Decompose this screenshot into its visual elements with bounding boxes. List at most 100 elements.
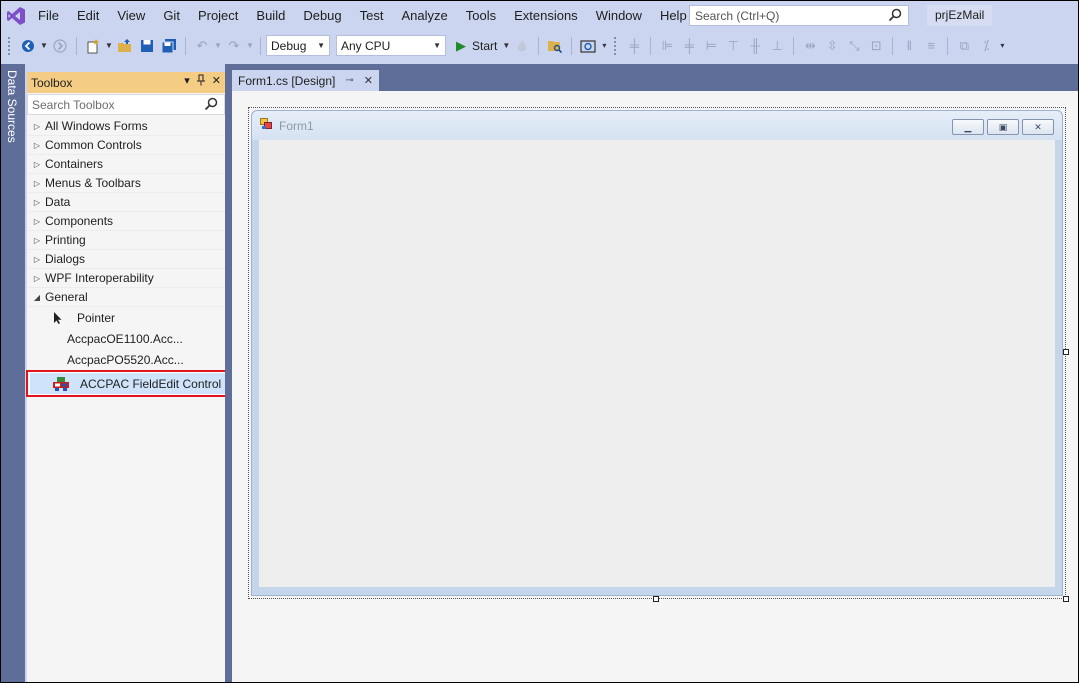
toolbox-category[interactable]: ▷ Dialogs	[27, 250, 225, 269]
panel-splitter[interactable]	[225, 64, 232, 682]
align-middles-icon[interactable]: ╫	[744, 35, 766, 57]
tab-order-icon[interactable]: ⁒	[975, 35, 997, 57]
menu-project[interactable]: Project	[189, 1, 247, 30]
solution-configuration-select[interactable]: Debug ▼	[266, 35, 330, 56]
expand-arrow-icon: ▷	[33, 159, 41, 169]
pin-tab-icon[interactable]: ⊸	[345, 75, 353, 86]
menu-window[interactable]: Window	[587, 1, 651, 30]
screenshot-icon[interactable]	[577, 35, 599, 57]
vertical-spacing-icon[interactable]: ≡	[920, 35, 942, 57]
make-same-height-icon[interactable]: ⇳	[821, 35, 843, 57]
toolbox-category[interactable]: ▷ Components	[27, 212, 225, 231]
toolbox-item-accpac-fieldedit-control[interactable]: ACCPAC FieldEdit Control	[26, 370, 229, 397]
tab-form1-design[interactable]: Form1.cs [Design] ⊸ ✕	[232, 70, 379, 91]
redo-dropdown-icon[interactable]: ▼	[245, 41, 255, 50]
toolbar-grip[interactable]	[7, 35, 11, 56]
form1-window[interactable]: Form1 ▁ ▣ ✕	[251, 110, 1063, 596]
menu-git[interactable]: Git	[154, 1, 189, 30]
menu-build[interactable]: Build	[247, 1, 294, 30]
collapse-arrow-icon: ◢	[33, 292, 41, 302]
menu-edit[interactable]: Edit	[68, 1, 108, 30]
document-tab-strip: Form1.cs [Design] ⊸ ✕	[232, 64, 1078, 91]
align-to-grid-icon[interactable]: ╪	[623, 35, 645, 57]
align-bottoms-icon[interactable]: ⊥	[766, 35, 788, 57]
overflow-chevron-icon[interactable]: ▾	[997, 41, 1007, 50]
toolbox-item-accpacoe1100[interactable]: AccpacOE1100.Acc...	[27, 328, 225, 349]
menu-tools[interactable]: Tools	[457, 1, 505, 30]
menu-test[interactable]: Test	[351, 1, 393, 30]
align-lefts-icon[interactable]: ⊫	[656, 35, 678, 57]
save-all-icon[interactable]	[158, 35, 180, 57]
overflow-chevron-icon[interactable]: ▾	[599, 41, 609, 50]
pin-icon[interactable]	[196, 74, 206, 89]
tool-label: AccpacOE1100.Acc...	[67, 331, 183, 346]
back-dropdown-icon[interactable]: ▼	[39, 41, 49, 50]
toolbar-separator	[260, 36, 261, 55]
horizontal-spacing-icon[interactable]: ‖	[898, 35, 920, 57]
toolbox-category[interactable]: ▷ Containers	[27, 155, 225, 174]
start-dropdown-icon[interactable]: ▼	[501, 41, 511, 50]
make-same-size-icon[interactable]: ⤡	[843, 35, 865, 57]
find-in-files-icon[interactable]	[544, 35, 566, 57]
chevron-down-icon: ▼	[317, 41, 325, 50]
new-dropdown-icon[interactable]: ▼	[104, 41, 114, 50]
close-icon[interactable]: ✕	[212, 74, 221, 89]
search-icon	[888, 8, 902, 25]
toolbar-separator	[538, 36, 540, 55]
category-label: Menus & Toolbars	[45, 176, 141, 190]
navigate-forward-icon[interactable]	[49, 35, 71, 57]
toolbox-tree: ▷ All Windows Forms ▷ Common Controls ▷ Con…	[26, 117, 229, 397]
size-to-grid-icon[interactable]: ⊡	[865, 35, 887, 57]
redo-icon[interactable]: ↷	[223, 35, 245, 57]
resize-handle-bottom[interactable]	[653, 596, 659, 602]
menu-debug[interactable]: Debug	[294, 1, 350, 30]
make-same-width-icon[interactable]: ⇹	[799, 35, 821, 57]
solution-platform-select[interactable]: Any CPU ▼	[336, 35, 446, 56]
toolbox-header: Toolbox ▾ ✕	[27, 72, 225, 93]
accpac-control-icon	[50, 376, 72, 392]
hot-reload-icon[interactable]	[511, 35, 533, 57]
start-debugging-button[interactable]: ▶ Start	[452, 38, 501, 54]
align-centers-icon[interactable]: ╪	[678, 35, 700, 57]
menu-extensions[interactable]: Extensions	[505, 1, 587, 30]
toolbox-category[interactable]: ▷ Data	[27, 193, 225, 212]
align-tops-icon[interactable]: ⊤	[722, 35, 744, 57]
data-sources-tab[interactable]: Data Sources	[5, 70, 19, 143]
expand-arrow-icon: ▷	[33, 273, 41, 283]
toolbox-search-input[interactable]: Search Toolbox	[27, 94, 225, 115]
expand-arrow-icon: ▷	[33, 197, 41, 207]
toolbar-separator	[650, 36, 652, 55]
open-file-icon[interactable]	[114, 35, 136, 57]
resize-handle-right[interactable]	[1063, 349, 1069, 355]
new-project-icon[interactable]	[82, 35, 104, 57]
expand-arrow-icon: ▷	[33, 121, 41, 131]
toolbox-item-accpacpo5520[interactable]: AccpacPO5520.Acc...	[27, 349, 225, 370]
toolbox-category-general[interactable]: ◢ General	[27, 288, 225, 307]
global-search-input[interactable]: Search (Ctrl+Q)	[689, 5, 909, 26]
maximize-icon: ▣	[987, 119, 1019, 135]
toolbox-category[interactable]: ▷ Common Controls	[27, 136, 225, 155]
toolbox-category[interactable]: ▷ All Windows Forms	[27, 117, 225, 136]
toolbar-grip[interactable]	[613, 35, 618, 56]
bring-to-front-icon[interactable]: ⧉	[953, 35, 975, 57]
category-label: Dialogs	[45, 252, 86, 266]
undo-dropdown-icon[interactable]: ▼	[213, 41, 223, 50]
toolbox-category[interactable]: ▷ Printing	[27, 231, 225, 250]
navigate-back-icon[interactable]	[17, 35, 39, 57]
close-tab-icon[interactable]: ✕	[364, 74, 373, 87]
form-client-area[interactable]	[259, 140, 1055, 587]
save-icon[interactable]	[136, 35, 158, 57]
menu-analyze[interactable]: Analyze	[392, 1, 456, 30]
window-position-dropdown-icon[interactable]: ▾	[184, 74, 190, 89]
resize-handle-bottom-right[interactable]	[1063, 596, 1069, 602]
undo-icon[interactable]: ↶	[191, 35, 213, 57]
toolbox-item-pointer[interactable]: Pointer	[27, 307, 225, 328]
visual-studio-logo-icon[interactable]	[1, 1, 31, 30]
toolbox-category[interactable]: ▷ WPF Interoperability	[27, 269, 225, 288]
menu-view[interactable]: View	[108, 1, 154, 30]
close-window-icon: ✕	[1022, 119, 1054, 135]
configuration-value: Debug	[271, 38, 307, 53]
toolbox-category[interactable]: ▷ Menus & Toolbars	[27, 174, 225, 193]
menu-file[interactable]: File	[31, 1, 68, 30]
align-rights-icon[interactable]: ⊨	[700, 35, 722, 57]
